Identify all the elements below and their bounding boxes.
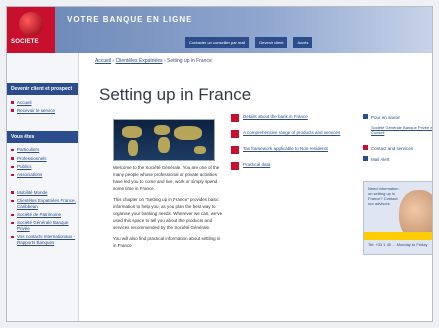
rail-item-more[interactable]: Pour en savoir <box>363 114 432 121</box>
promo-text: Need information on setting up in France… <box>368 185 399 207</box>
breadcrumb-current: Setting up in France <box>167 58 212 64</box>
page-title: Setting up in France <box>99 85 252 104</box>
nav-access-button[interactable]: Accès <box>293 37 313 48</box>
intro-paragraph: This chapter on "Setting up in France" p… <box>113 196 223 230</box>
rail-item-mail[interactable]: Mail Alert <box>363 156 432 163</box>
intro-paragraph: You will also find practical information… <box>113 235 221 248</box>
link-tax[interactable]: Tax framework applicable to Non-resident… <box>243 146 328 152</box>
link-practical[interactable]: Practical data <box>243 162 270 168</box>
logo-sphere-icon <box>19 12 43 36</box>
right-rail: Pour en savoir Société Générale Banque P… <box>363 114 432 255</box>
rail-item-contact[interactable]: Contact and services <box>363 145 432 152</box>
arrow-icon <box>363 114 368 119</box>
logo-text: SOCIETE <box>11 39 39 45</box>
sidebar-item-particuliers[interactable]: Particuliers <box>11 146 78 154</box>
sidebar-item-publics[interactable]: Publics <box>11 163 78 171</box>
sidebar: Devenir client et prospect Accueil Recev… <box>7 53 79 321</box>
rail-item-label: Pour en savoir <box>371 115 401 120</box>
sidebar-item-patrimoine[interactable]: Société de Patrimoine <box>11 211 78 219</box>
bank-logo[interactable]: SOCIETE <box>7 7 55 53</box>
link-item[interactable]: Tax framework applicable to Non-resident… <box>231 146 353 154</box>
sidebar-item-mobilite[interactable]: Mobilité Monde <box>11 188 78 196</box>
document-icon <box>231 114 239 122</box>
document-icon <box>231 146 239 154</box>
document-icon <box>231 162 239 170</box>
sidebar-section-vous-etes: Vous êtes <box>7 130 78 143</box>
world-map-image <box>113 119 215 161</box>
nav-contact-button[interactable]: Contacter un conseiller par mail <box>185 37 250 48</box>
sidebar-item-recevoir[interactable]: Recevoir le service <box>11 106 78 114</box>
sidebar-item-accueil[interactable]: Accueil <box>11 98 78 106</box>
sidebar-item-associations[interactable]: Associations <box>11 171 78 179</box>
rail-item-label: Contact and services <box>371 146 414 152</box>
promo-phone: Tel: +33 1 40 ... Monday to Friday <box>368 241 428 247</box>
breadcrumb: Accueil › Clientèles Expatriées › Settin… <box>95 58 212 64</box>
browser-frame: SOCIETE VOTRE BANQUE EN LIGNE Contacter … <box>6 6 433 322</box>
contact-icon <box>363 145 368 151</box>
link-item[interactable]: A comprehensive range of products and se… <box>231 130 353 138</box>
intro-text: Welcome to the Société Générale. You are… <box>113 165 223 254</box>
sidebar-item-banque-privee[interactable]: Société Générale Banque Privée <box>11 219 78 233</box>
promo-divider <box>364 231 432 240</box>
link-item[interactable]: Practical data <box>231 162 353 170</box>
rail-item-label: Mail Alert <box>371 157 390 163</box>
nav-become-client-button[interactable]: Devenir client <box>255 37 288 48</box>
link-products[interactable]: A comprehensive range of products and se… <box>243 130 340 136</box>
mail-icon <box>363 156 368 162</box>
top-nav: Contacter un conseiller par mail Devenir… <box>185 37 313 49</box>
intro-paragraph: Welcome to the Société Générale. You are… <box>113 165 220 191</box>
sidebar-item-expatriees[interactable]: Clientèles Expatriées France, Caribbean <box>11 197 78 211</box>
breadcrumb-home-link[interactable]: Accueil <box>95 58 111 64</box>
breadcrumb-expat-link[interactable]: Clientèles Expatriées <box>116 58 163 64</box>
link-bank-details[interactable]: Details about the bank in France <box>243 114 308 120</box>
document-icon <box>231 130 239 138</box>
rail-link-banque-privee[interactable]: Société Générale Banque Privée et Consei… <box>363 125 432 135</box>
promo-banner[interactable]: Need information on setting up in France… <box>363 180 432 255</box>
banner-title: VOTRE BANQUE EN LIGNE <box>67 15 193 24</box>
content-links: Details about the bank in France A compr… <box>231 114 353 178</box>
sidebar-item-contacts[interactable]: Vos contacts Internationaux - Rapports B… <box>11 233 78 247</box>
sidebar-section-become-client: Devenir client et prospect <box>7 83 78 95</box>
sidebar-item-professionnels[interactable]: Professionnels <box>11 154 78 162</box>
link-item[interactable]: Details about the bank in France <box>231 114 353 122</box>
